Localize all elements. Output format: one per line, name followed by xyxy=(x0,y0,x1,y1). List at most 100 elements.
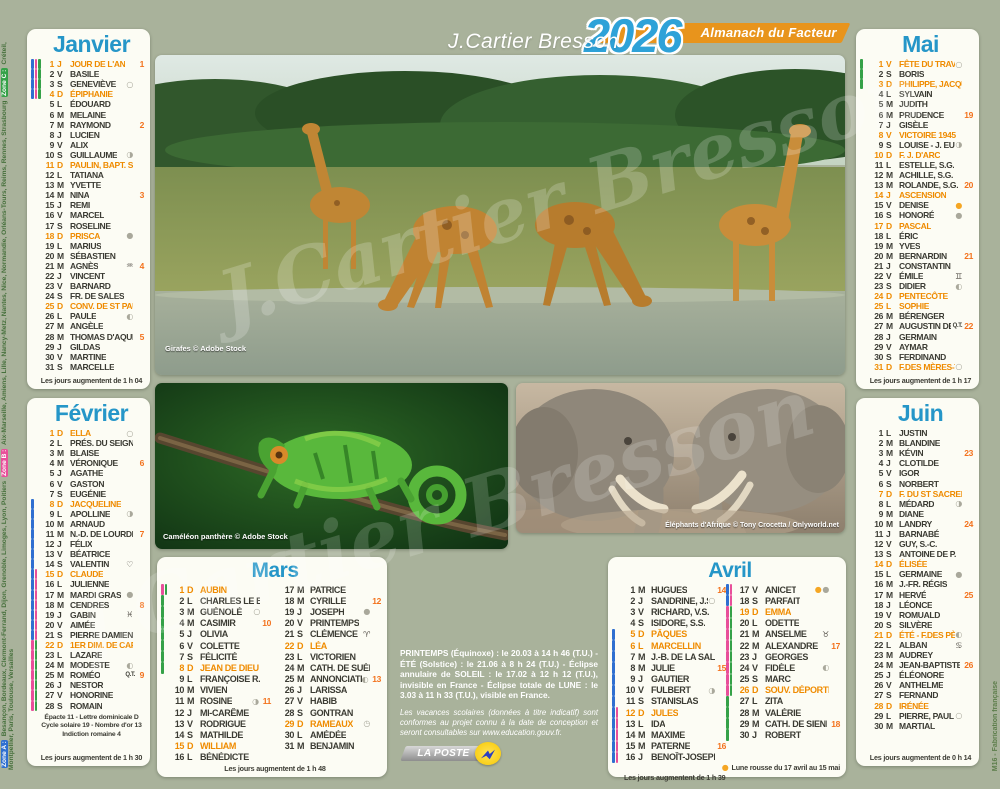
calendar-day-row: 21 J CONSTANTIN xyxy=(868,261,973,271)
day-number: 17 xyxy=(868,221,883,231)
saint-name: LARISSA xyxy=(310,685,347,695)
weekday-letter: D xyxy=(184,663,200,673)
saint-name: EMMA xyxy=(765,607,791,617)
calendar-day-row: 20 M BERNARDIN 21 xyxy=(868,251,973,261)
zone-p-holiday-bar xyxy=(31,690,34,700)
day-number: 21 xyxy=(39,261,54,271)
zone-g-holiday-bar xyxy=(35,640,38,650)
saint-name: LUCIEN xyxy=(70,130,100,140)
holiday-bars xyxy=(726,651,732,662)
zone-b-holiday-bar xyxy=(612,707,615,718)
day-number: 7 xyxy=(39,120,54,130)
calendar-day-row: 30 L AMÉDÉE xyxy=(279,729,381,740)
day-number: 13 xyxy=(620,719,635,729)
calendar-day-row: 1 L JUSTIN xyxy=(868,428,973,438)
saint-name: AUGUSTIN DE C. xyxy=(899,321,951,331)
holiday-bars xyxy=(31,569,37,579)
zone-g-holiday-bar xyxy=(161,651,164,662)
zone-p-holiday-bar xyxy=(31,680,34,690)
day-icons: ◑ xyxy=(955,499,962,508)
day-number: 31 xyxy=(868,362,883,372)
day-number: 12 xyxy=(868,539,883,549)
calendar-day-row: 28 M VALÉRIE xyxy=(734,707,840,718)
saint-name: GUILLAUME xyxy=(70,150,117,160)
day-number: 26 xyxy=(279,685,294,695)
weekday-letter: M xyxy=(54,600,70,610)
weekday-letter: V xyxy=(294,618,310,628)
saint-name: WILLIAM xyxy=(200,741,236,751)
holiday-bars xyxy=(612,696,615,707)
saint-name: PRINTEMPS xyxy=(310,618,359,628)
day-number: 26 xyxy=(868,311,883,321)
calendar-day-row: 2 S BORIS xyxy=(868,69,973,79)
day-number: 29 xyxy=(39,342,54,352)
calendar-day-row: 25 M ROMÉO Q.T. 9 xyxy=(39,670,144,680)
saint-name: SÉBASTIEN xyxy=(70,251,116,261)
day-number: 18 xyxy=(39,600,54,610)
saint-name: CLAUDE xyxy=(70,569,103,579)
day-number: 19 xyxy=(734,607,749,617)
saint-name: CHARLES LE BON xyxy=(200,596,260,606)
day-number: 24 xyxy=(39,291,54,301)
zone-p-holiday-bar xyxy=(616,707,619,718)
saint-name: PAULIN, BAPT. S. xyxy=(70,160,133,170)
weekday-letter: S xyxy=(54,630,70,640)
calendar-day-row: 14 S MATHILDE xyxy=(169,729,271,740)
week-number: 5 xyxy=(137,332,144,342)
saint-name: ODETTE xyxy=(765,618,799,628)
weekday-letter: D xyxy=(184,585,200,595)
holiday-bars xyxy=(161,584,167,595)
calendar-day-row: 2 V BASILE xyxy=(39,69,144,79)
saint-name: VÉRONIQUE xyxy=(70,458,118,468)
day-number: 20 xyxy=(279,618,294,628)
day-number: 23 xyxy=(279,652,294,662)
zone-b-holiday-bar xyxy=(31,79,34,89)
calendar-day-row: 8 M JULIE 15 xyxy=(620,662,726,673)
weekday-letter: V xyxy=(749,585,765,595)
day-icons: ● xyxy=(126,590,133,599)
weekday-letter: M xyxy=(883,721,899,731)
zone-p-holiday-bar xyxy=(726,674,729,685)
day-number: 8 xyxy=(39,130,54,140)
calendar-day-row: 23 V BARNARD xyxy=(39,281,144,291)
calendar-day-row: 2 L PRÉS. DU SEIGNEUR xyxy=(39,438,144,448)
zone-p-holiday-bar xyxy=(31,640,34,650)
day-number: 28 xyxy=(39,701,54,711)
zone-p-holiday-bar xyxy=(35,579,38,589)
weekday-letter: L xyxy=(635,641,651,651)
holiday-bars xyxy=(31,79,41,89)
weekday-letter: S xyxy=(635,618,651,628)
week-number: 23 xyxy=(964,448,973,458)
saint-name: ROMUALD xyxy=(899,610,940,620)
day-number: 20 xyxy=(39,620,54,630)
moon-full-icon: ○ xyxy=(126,80,133,89)
holiday-bars xyxy=(612,651,615,662)
holiday-bars xyxy=(31,680,37,690)
zone-g-holiday-bar xyxy=(726,718,729,729)
day-number: 4 xyxy=(169,618,184,628)
moon-full-icon: ○ xyxy=(955,362,962,371)
holiday-bars xyxy=(612,629,615,640)
day-number: 26 xyxy=(39,311,54,321)
zone-p-holiday-bar xyxy=(616,718,619,729)
weekday-letter: V xyxy=(54,690,70,700)
zone-p-holiday-bar xyxy=(31,701,34,711)
holiday-bars xyxy=(860,69,863,79)
weekday-letter: M xyxy=(54,110,70,120)
saint-name: BÉATRICE xyxy=(70,549,110,559)
weekday-letter: J xyxy=(184,708,200,718)
calendar-day-row: 15 J REMI xyxy=(39,200,144,210)
weekday-letter: L xyxy=(54,311,70,321)
calendar-day-row: 10 V FULBERT ◑ xyxy=(620,685,726,696)
zone-p-holiday-bar xyxy=(616,729,619,740)
calendar-day-row: 12 D JULES xyxy=(620,707,726,718)
weekday-letter: J xyxy=(635,752,651,762)
weekday-letter: J xyxy=(54,610,70,620)
saint-name: ZITA xyxy=(765,696,783,706)
weekday-letter: L xyxy=(54,579,70,589)
zone-g-holiday-bar xyxy=(726,729,729,740)
day-number: 9 xyxy=(39,509,54,519)
zone-b-holiday-bar xyxy=(31,620,34,630)
day-number: 9 xyxy=(868,140,883,150)
weekday-letter: S xyxy=(883,352,899,362)
